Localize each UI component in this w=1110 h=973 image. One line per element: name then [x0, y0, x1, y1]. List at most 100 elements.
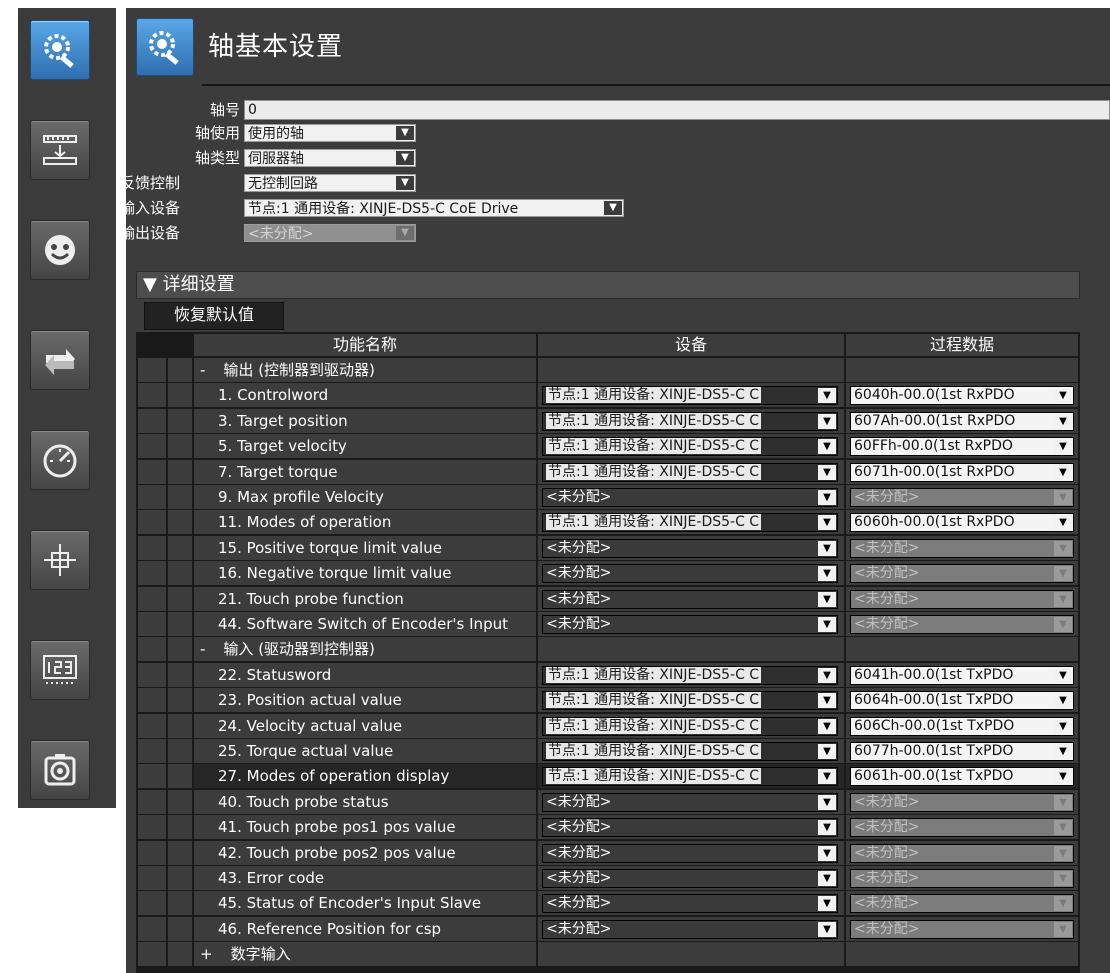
group-toggle[interactable]: - [200, 640, 205, 658]
table-row[interactable]: 44. Software Switch of Encoder's Input <未… [136, 612, 1080, 637]
group-cell[interactable]: + 数字输入 [194, 942, 536, 967]
process-data-value: <未分配> [854, 616, 920, 632]
device-select[interactable]: 节点:1 通用设备: XINJE-DS5-C C ▼ [542, 411, 838, 431]
table-row[interactable]: 21. Touch probe function <未分配> ▼ <未分配> ▼ [136, 586, 1080, 612]
table-row[interactable]: 43. Error code <未分配> ▼ <未分配> ▼ [136, 866, 1080, 891]
device-value: <未分配> [546, 920, 612, 937]
device-select[interactable]: <未分配> ▼ [542, 538, 838, 558]
process-data-select[interactable]: 6040h-00.0(1st RxPDO ▼ [850, 386, 1074, 406]
device-select[interactable]: <未分配> ▼ [542, 589, 838, 609]
position-settings-button[interactable] [30, 530, 90, 590]
group-cell[interactable]: - 输入 (驱动器到控制器) [194, 637, 536, 662]
table-row[interactable]: 3. Target position 节点:1 通用设备: XINJE-DS5-C… [136, 408, 1080, 434]
operation-settings-button[interactable] [30, 220, 90, 280]
table-row[interactable]: 24. Velocity actual value 节点:1 通用设备: XINJ… [136, 713, 1080, 739]
device-select[interactable]: <未分配> ▼ [542, 615, 838, 634]
unit-conversion-button[interactable] [30, 120, 90, 180]
process-data-select[interactable]: <未分配> ▼ [850, 869, 1074, 888]
process-data-select[interactable]: 6071h-00.0(1st RxPDO ▼ [850, 462, 1074, 482]
table-row[interactable]: 11. Modes of operation 节点:1 通用设备: XINJE-D… [136, 510, 1080, 535]
other-settings-button[interactable] [30, 740, 90, 800]
chevron-down-icon: ▼ [818, 439, 836, 455]
table-row[interactable]: 7. Target torque 节点:1 通用设备: XINJE-DS5-C C… [136, 459, 1080, 485]
device-value: <未分配> [546, 870, 612, 886]
device-select[interactable]: 节点:1 通用设备: XINJE-DS5-C C ▼ [542, 513, 838, 533]
device-select[interactable]: 节点:1 通用设备: XINJE-DS5-C C ▼ [542, 767, 838, 787]
process-data-select[interactable]: 6041h-00.0(1st TxPDO ▼ [850, 665, 1074, 685]
process-data-select[interactable]: 6060h-00.0(1st RxPDO ▼ [850, 513, 1074, 533]
function-name-cell: 27. Modes of operation display [194, 764, 536, 789]
detail-settings-toggle[interactable]: ▼ 详细设置 [136, 271, 1080, 299]
process-data-select[interactable]: 606Ch-00.0(1st TxPDO ▼ [850, 716, 1074, 736]
table-group-row[interactable]: - 输出 (控制器到驱动器) [136, 358, 1080, 383]
device-select[interactable]: 节点:1 通用设备: XINJE-DS5-C C ▼ [542, 742, 838, 761]
table-row[interactable]: 23. Position actual value 节点:1 通用设备: XINJ… [136, 688, 1080, 713]
table-row[interactable]: 45. Status of Encoder's Input Slave <未分配>… [136, 891, 1080, 916]
table-row[interactable]: 40. Touch probe status <未分配> ▼ <未分配> ▼ [136, 789, 1080, 815]
process-data-select[interactable]: <未分配> ▼ [850, 589, 1074, 609]
transfer-settings-button[interactable] [30, 330, 90, 390]
device-select[interactable]: 节点:1 通用设备: XINJE-DS5-C C ▼ [542, 665, 838, 685]
device-select[interactable]: <未分配> ▼ [542, 564, 838, 584]
table-row[interactable]: 9. Max profile Velocity <未分配> ▼ <未分配> ▼ [136, 485, 1080, 510]
table-group-row[interactable]: - 输入 (驱动器到控制器) [136, 637, 1080, 662]
table-row[interactable]: 5. Target velocity 节点:1 通用设备: XINJE-DS5-C… [136, 434, 1080, 459]
output-device-select[interactable]: <未分配> ▼ [244, 224, 416, 242]
process-data-select[interactable]: <未分配> ▼ [850, 615, 1074, 634]
process-data-select[interactable]: <未分配> ▼ [850, 919, 1074, 939]
table-row[interactable]: 15. Positive torque limit value <未分配> ▼ <未分… [136, 535, 1080, 561]
device-select[interactable]: <未分配> ▼ [542, 919, 838, 939]
process-data-select[interactable]: 6061h-00.0(1st TxPDO ▼ [850, 767, 1074, 787]
device-select[interactable]: <未分配> ▼ [542, 792, 838, 812]
table-row[interactable]: 41. Touch probe pos1 pos value <未分配> ▼ <未分配… [136, 815, 1080, 840]
group-toggle[interactable]: - [200, 361, 205, 379]
function-name-cell: 44. Software Switch of Encoder's Input [194, 612, 536, 636]
device-select[interactable]: 节点:1 通用设备: XINJE-DS5-C C ▼ [542, 386, 838, 406]
input-device-value: 节点:1 通用设备: XINJE-DS5-C CoE Drive [248, 201, 519, 217]
table-row[interactable]: 46. Reference Position for csp <未分配> ▼ <未分配… [136, 916, 1080, 942]
process-data-select[interactable]: 607Ah-00.0(1st RxPDO ▼ [850, 411, 1074, 431]
restore-defaults-button[interactable]: 恢复默认值 [144, 302, 284, 330]
process-data-select[interactable]: 60FFh-00.0(1st RxPDO ▼ [850, 437, 1074, 457]
input-device-select[interactable]: 节点:1 通用设备: XINJE-DS5-C CoE Drive ▼ [244, 199, 624, 217]
output-device-value: <未分配> [248, 226, 314, 242]
device-select[interactable]: 节点:1 通用设备: XINJE-DS5-C C ▼ [542, 691, 838, 711]
table-row[interactable]: 16. Negative torque limit value <未分配> ▼ <未分… [136, 561, 1080, 586]
device-select[interactable]: <未分配> ▼ [542, 894, 838, 914]
process-data-select[interactable]: <未分配> ▼ [850, 564, 1074, 584]
device-select[interactable]: <未分配> ▼ [542, 843, 838, 863]
device-select[interactable]: <未分配> ▼ [542, 818, 838, 838]
process-data-select[interactable]: <未分配> ▼ [850, 488, 1074, 507]
axis-type-select[interactable]: 伺服器轴 ▼ [244, 149, 416, 167]
axis-settings-button[interactable] [30, 20, 90, 80]
table-row[interactable]: 22. Statusword 节点:1 通用设备: XINJE-DS5-C C ▼ 6… [136, 662, 1080, 688]
device-cell: <未分配> ▼ [538, 840, 844, 865]
process-data-select[interactable]: <未分配> ▼ [850, 818, 1074, 838]
process-data-select[interactable]: <未分配> ▼ [850, 538, 1074, 558]
device-select[interactable]: 节点:1 通用设备: XINJE-DS5-C C ▼ [542, 462, 838, 482]
table-row[interactable]: 27. Modes of operation display 节点:1 通用设备:… [136, 764, 1080, 789]
servo-settings-button[interactable] [30, 640, 90, 700]
device-value: 节点:1 通用设备: XINJE-DS5-C C [546, 666, 762, 683]
device-select[interactable]: <未分配> ▼ [542, 869, 838, 888]
process-data-select[interactable]: <未分配> ▼ [850, 894, 1074, 914]
device-select[interactable]: 节点:1 通用设备: XINJE-DS5-C C ▼ [542, 716, 838, 736]
limit-settings-button[interactable] [30, 430, 90, 490]
row-indent-cell [168, 662, 192, 687]
group-toggle[interactable]: + [200, 945, 213, 963]
process-data-select[interactable]: <未分配> ▼ [850, 843, 1074, 863]
process-data-select[interactable]: 6064h-00.0(1st TxPDO ▼ [850, 691, 1074, 711]
axis-use-select[interactable]: 使用的轴 ▼ [244, 124, 416, 142]
device-select[interactable]: <未分配> ▼ [542, 488, 838, 507]
table-row[interactable]: 42. Touch probe pos2 pos value <未分配> ▼ <未分配… [136, 840, 1080, 866]
device-select[interactable]: 节点:1 通用设备: XINJE-DS5-C C ▼ [542, 437, 838, 457]
table-group-row[interactable]: + 数字输入 [136, 942, 1080, 967]
group-cell[interactable]: - 输出 (控制器到驱动器) [194, 358, 536, 382]
process-data-select[interactable]: <未分配> ▼ [850, 792, 1074, 812]
table-row[interactable]: 25. Torque actual value 节点:1 通用设备: XINJE-… [136, 739, 1080, 764]
feedback-control-select[interactable]: 无控制回路 ▼ [244, 174, 416, 192]
table-row[interactable]: 1. Controlword 节点:1 通用设备: XINJE-DS5-C C ▼ 6… [136, 383, 1080, 408]
row-indent-cell [168, 891, 192, 916]
axis-number-input[interactable]: 0 [244, 100, 1110, 120]
process-data-select[interactable]: 6077h-00.0(1st TxPDO ▼ [850, 742, 1074, 761]
